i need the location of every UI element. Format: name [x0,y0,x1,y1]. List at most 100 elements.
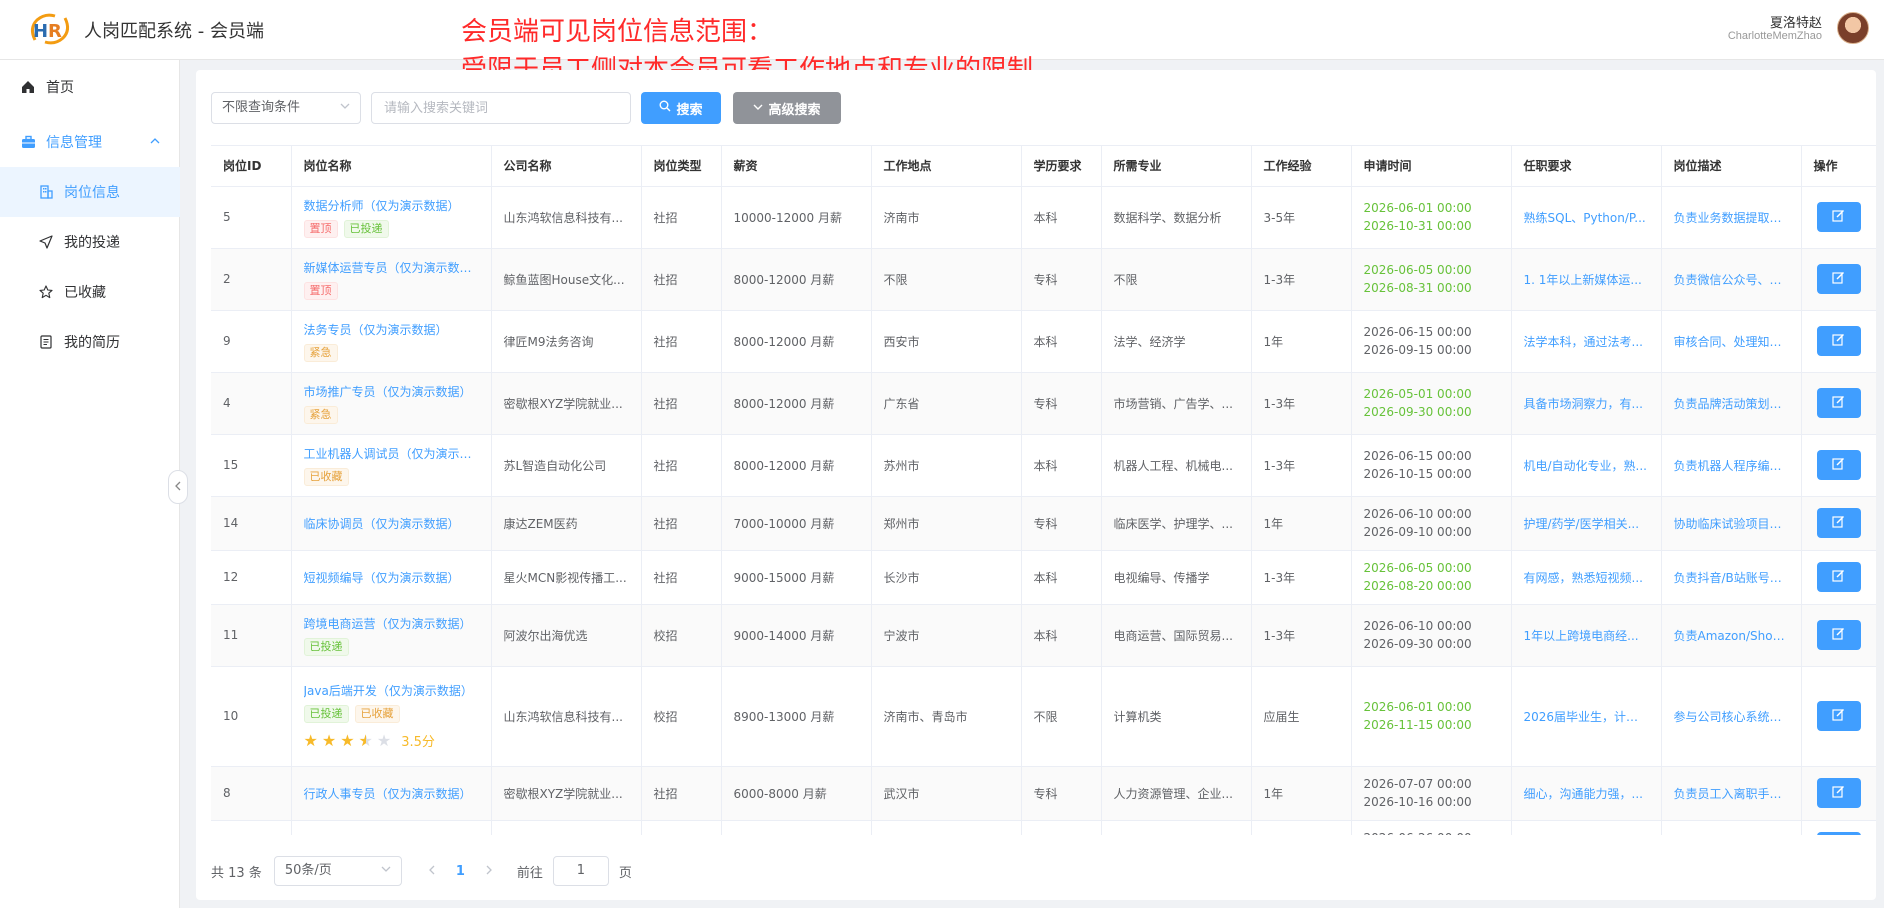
rating-stars[interactable]: ★ ★ ★ ★ ★ 3.5分 [304,731,479,750]
column-header[interactable]: 薪资 [721,146,872,187]
column-header[interactable]: 岗位类型 [641,146,722,187]
job-title-link[interactable]: 跨境电商运营（仅为演示数据） [304,615,479,632]
edit-button[interactable] [1816,508,1861,538]
cell-actions [1801,310,1876,373]
cell-salary: 8000-12000 月薪 [721,310,872,373]
sidebar-item-home[interactable]: 首页 [0,62,180,112]
cell-location: 武汉市 [871,766,1022,821]
table-body: 5 数据分析师（仅为演示数据） 置顶 已投递 山东鸿软信息科技有... 社招 10000-1… [211,186,1876,835]
sidebar-item-label: 信息管理 [46,135,102,151]
sidebar-collapse-toggle[interactable] [168,470,188,504]
sidebar-item-job-info[interactable]: 岗位信息 [0,167,180,217]
cell-requirements: 具备市场洞察力，有... [1511,372,1662,435]
column-header[interactable]: 岗位ID [211,146,292,187]
status-tag: 置顶 [303,281,338,300]
job-title-link[interactable]: 新媒体运营专员（仅为演示数据） [304,259,479,276]
apply-date-start: 2026-06-15 00:00 [1363,325,1472,339]
job-title-link[interactable]: 工业机器人调试员（仅为演示数据） [304,445,479,462]
cell-education: 专科 [1021,248,1102,311]
chevron-down-icon [381,857,391,885]
condition-select[interactable]: 不限查询条件 [211,92,361,124]
cell-job-title: UI设计师（仅为演示数据） [291,820,492,835]
search-input[interactable] [371,92,631,124]
job-title-link[interactable]: 法务专员（仅为演示数据） [304,321,479,338]
prev-page-button[interactable] [428,864,436,879]
cell-education: 本科 [1021,310,1102,373]
edit-button[interactable] [1816,620,1861,650]
cell-job-id: 9 [211,310,292,373]
cell-description: 参与公司核心系统模... [1661,666,1802,767]
cell-job-id: 11 [211,604,292,667]
sidebar-group-info-management[interactable]: 信息管理 [0,117,180,167]
cell-job-id: 10 [211,666,292,767]
edit-button[interactable] [1816,202,1861,232]
edit-button[interactable] [1816,832,1861,835]
page-unit-label: 页 [618,865,632,881]
cell-major: 法学、经济学 [1101,310,1252,373]
column-header[interactable]: 工作经验 [1251,146,1352,187]
edit-button[interactable] [1816,701,1861,731]
advanced-search-label: 高级搜索 [768,102,821,118]
search-icon [659,100,671,116]
job-title-link[interactable]: 短视频编导（仅为演示数据） [304,569,479,586]
cell-apply-time: 2026-06-01 00:00 2026-10-31 00:00 [1351,186,1512,249]
document-icon [36,335,56,349]
search-button[interactable]: 搜索 [641,92,721,124]
cell-job-type: 校招 [641,666,722,767]
cell-description: 负责品牌活动策划、... [1661,372,1802,435]
column-header[interactable]: 所需专业 [1101,146,1252,187]
cell-description: 负责业务数据提取、... [1661,186,1802,249]
cell-actions [1801,372,1876,435]
cell-experience: 1-3年 [1251,248,1352,311]
page-size-select[interactable]: 50条/页 [273,856,402,886]
column-header[interactable]: 任职要求 [1511,146,1662,187]
page-number-current[interactable]: 1 [456,864,465,879]
column-header[interactable]: 工作地点 [871,146,1022,187]
cell-salary: 7000-10000 月薪 [721,496,872,551]
cell-actions [1801,186,1876,249]
avatar[interactable] [1837,12,1869,44]
chevron-up-icon [150,134,160,150]
column-header[interactable]: 岗位名称 [291,146,492,187]
apply-date-start: 2026-06-15 00:00 [1363,449,1472,463]
cell-apply-time: 2026-06-05 00:00 2026-08-31 00:00 [1351,248,1512,311]
status-tag: 置顶 [303,219,338,238]
table-row: 4 市场推广专员（仅为演示数据） 紧急 密歇根XYZ学院就业... 社招 8000-120… [211,372,1876,435]
edit-button[interactable] [1816,326,1861,356]
sidebar-item-favorites[interactable]: 已收藏 [0,267,180,317]
edit-button[interactable] [1816,388,1861,418]
advanced-search-button[interactable]: 高级搜索 [733,92,841,124]
column-header[interactable]: 学历要求 [1021,146,1102,187]
edit-button[interactable] [1816,778,1861,808]
cell-apply-time: 2026-06-26 00:002026-09-26 00:00 [1351,820,1512,835]
job-title-link[interactable]: Java后端开发（仅为演示数据） [304,682,479,699]
column-header[interactable]: 岗位描述 [1661,146,1802,187]
user-id[interactable]: CharlotteMemZhao [1728,30,1822,42]
table-row: 8 行政人事专员（仅为演示数据） 密歇根XYZ学院就业... 社招 6000-8000 … [211,766,1876,821]
job-title-link[interactable]: 行政人事专员（仅为演示数据） [304,785,479,802]
cell-experience: 1-3年 [1251,372,1352,435]
cell-company: 鲸鱼蓝图House文化... [491,820,642,835]
apply-date-start: 2026-06-01 00:00 [1363,201,1472,215]
table-row: 12 短视频编导（仅为演示数据） 星火MCN影视传播工... 社招 9000-15000… [211,550,1876,605]
cell-job-id: 2 [211,248,292,311]
goto-page-input[interactable]: 1 [552,856,609,886]
edit-button[interactable] [1816,562,1861,592]
job-title-link[interactable]: 临床协调员（仅为演示数据） [304,515,479,532]
column-header[interactable]: 申请时间 [1351,146,1512,187]
sidebar-item-my-resume[interactable]: 我的简历 [0,317,180,367]
edit-button[interactable] [1816,264,1861,294]
job-title-link[interactable]: 数据分析师（仅为演示数据） [304,197,479,214]
job-title-link[interactable]: 市场推广专员（仅为演示数据） [304,383,479,400]
sidebar-item-my-applications[interactable]: 我的投递 [0,217,180,267]
user-name[interactable]: 夏洛特赵 [1770,12,1822,31]
column-header[interactable]: 公司名称 [491,146,642,187]
cell-company: 阿波尔出海优选 [491,604,642,667]
edit-button[interactable] [1816,450,1861,480]
next-page-button[interactable] [485,864,493,879]
cell-description: 审核合同、处理知识... [1661,310,1802,373]
star-icon: ★ [321,731,337,750]
cell-requirements: 2026届毕业生，计算... [1511,666,1662,767]
cell-company: 苏L智造自动化公司 [491,434,642,497]
tag-group: 紧急 [303,405,479,424]
